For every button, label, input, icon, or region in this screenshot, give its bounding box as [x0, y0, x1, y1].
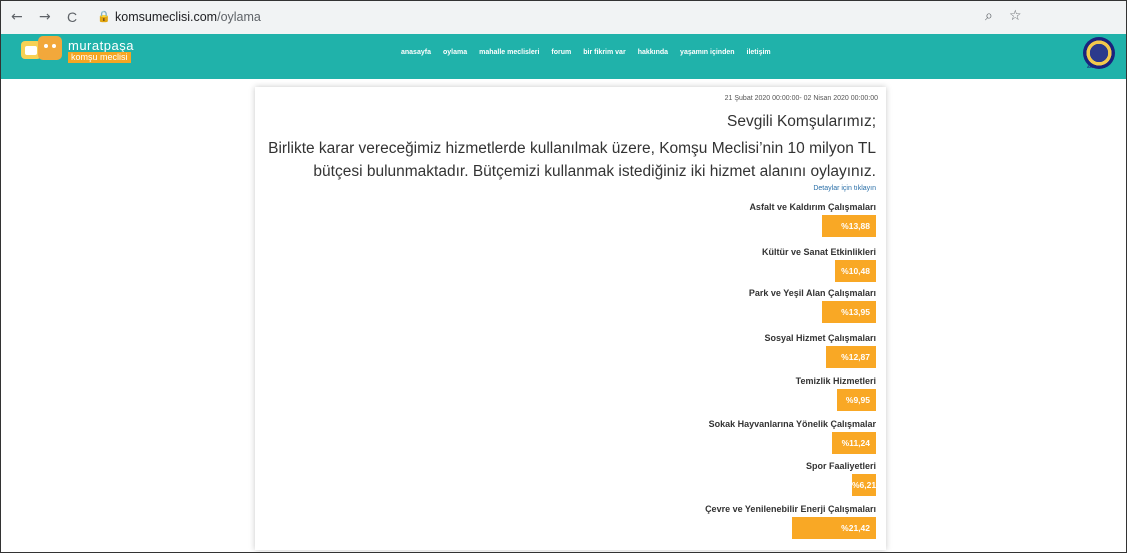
- nav-anasayfa[interactable]: anasayfa: [401, 49, 431, 56]
- vote-item[interactable]: Park ve Yeşil Alan Çalışmaları %13,95: [748, 288, 876, 323]
- main-nav: anasayfa oylama mahalle meclisleri forum…: [401, 49, 771, 56]
- back-arrow-icon[interactable]: ←: [11, 9, 23, 25]
- vote-percentage-bar: %11,24: [832, 432, 876, 454]
- nav-iletisim[interactable]: iletişim: [747, 49, 771, 56]
- nav-mahalle-meclisleri[interactable]: mahalle meclisleri: [479, 49, 539, 56]
- vote-item[interactable]: Asfalt ve Kaldırım Çalışmaları %13,88: [749, 202, 876, 237]
- vote-item[interactable]: Sosyal Hizmet Çalışmaları %12,87: [764, 333, 876, 368]
- voting-card: 21 Şubat 2020 00:00:00- 02 Nisan 2020 00…: [255, 87, 886, 550]
- vote-item[interactable]: Sokak Hayvanlarına Yönelik Çalışmalar %11…: [708, 419, 876, 454]
- nav-hakkinda[interactable]: hakkında: [638, 49, 668, 56]
- vote-item[interactable]: Çevre ve Yenilenebilir Enerji Çalışmalar…: [705, 504, 876, 539]
- vote-percentage-bar: %9,95: [837, 389, 876, 411]
- nav-yasamin-icinden[interactable]: yaşamın içinden: [680, 49, 734, 56]
- window: ← → C 🔒 komsumeclisi.com/oylama ⌕ ☆ mura…: [0, 0, 1127, 553]
- date-range: 21 Şubat 2020 00:00:00- 02 Nisan 2020 00…: [724, 95, 878, 102]
- vote-item-label: Temizlik Hizmetleri: [795, 376, 876, 386]
- vote-percentage-bar: %6,21: [852, 474, 876, 496]
- bookmark-star-icon[interactable]: ☆: [1009, 8, 1022, 24]
- vote-item-label: Sokak Hayvanlarına Yönelik Çalışmalar: [708, 419, 876, 429]
- url-path: /oylama: [217, 10, 261, 24]
- browser-toolbar: ← → C 🔒 komsumeclisi.com/oylama ⌕ ☆: [1, 1, 1126, 35]
- vote-item[interactable]: Temizlik Hizmetleri %9,95: [795, 376, 876, 411]
- reload-icon[interactable]: C: [67, 9, 77, 25]
- vote-item-label: Kültür ve Sanat Etkinlikleri: [761, 247, 876, 257]
- description: Birlikte karar vereceğimiz hizmetlerde k…: [268, 140, 876, 180]
- nav-bir-fikrim-var[interactable]: bir fikrim var: [583, 49, 625, 56]
- forward-arrow-icon[interactable]: →: [39, 9, 51, 25]
- lock-icon: 🔒: [97, 10, 111, 23]
- vote-percentage-bar: %13,95: [822, 301, 876, 323]
- vote-percentage-bar: %13,88: [822, 215, 876, 237]
- vote-item-label: Çevre ve Yenilenebilir Enerji Çalışmalar…: [705, 504, 876, 514]
- logo-face-icon[interactable]: [38, 36, 62, 60]
- nav-oylama[interactable]: oylama: [443, 49, 467, 56]
- logo-subtitle[interactable]: komşu meclisi: [68, 52, 131, 63]
- vote-percentage-bar: %21,42: [792, 517, 876, 539]
- vote-percentage-bar: %12,87: [826, 346, 876, 368]
- vote-item[interactable]: Spor Faaliyetleri %6,21: [805, 461, 876, 496]
- vote-item-label: Park ve Yeşil Alan Çalışmaları: [748, 288, 876, 298]
- zoom-icon[interactable]: ⌕: [985, 8, 993, 24]
- emblem-label: ANTALYA: [1087, 64, 1106, 69]
- greeting: Sevgili Komşularımız;: [726, 113, 876, 130]
- details-link[interactable]: Detaylar için tıklayın: [813, 185, 876, 192]
- address-bar[interactable]: komsumeclisi.com/oylama: [115, 10, 261, 24]
- vote-item-label: Spor Faaliyetleri: [805, 461, 876, 471]
- logo-title[interactable]: muratpaşa: [68, 38, 134, 53]
- vote-item-label: Asfalt ve Kaldırım Çalışmaları: [749, 202, 876, 212]
- site-header: [1, 34, 1126, 79]
- vote-item[interactable]: Kültür ve Sanat Etkinlikleri %10,48: [761, 247, 876, 282]
- vote-item-label: Sosyal Hizmet Çalışmaları: [764, 333, 876, 343]
- nav-forum[interactable]: forum: [551, 49, 571, 56]
- url-host: komsumeclisi.com: [115, 10, 218, 24]
- vote-percentage-bar: %10,48: [835, 260, 876, 282]
